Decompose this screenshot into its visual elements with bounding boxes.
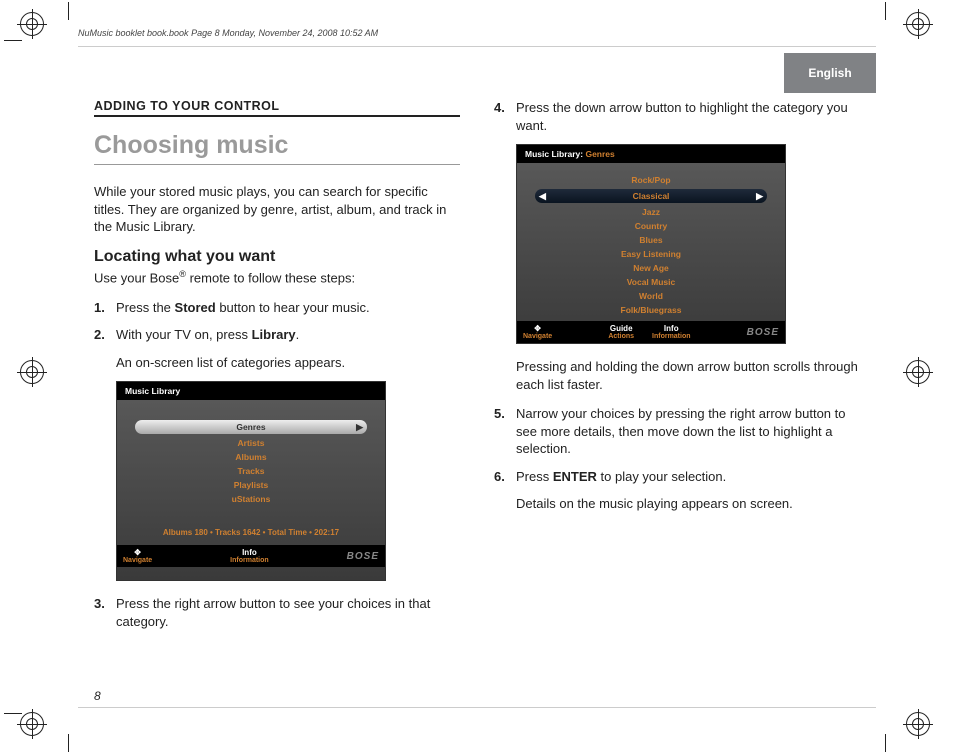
screenshot-genres: Music Library: Genres Rock/Pop ◀ Classic… bbox=[516, 144, 786, 344]
right-column: 4. Press the down arrow button to highli… bbox=[494, 99, 860, 687]
tv-row: Albums bbox=[135, 450, 367, 464]
step-3: 3. Press the right arrow button to see y… bbox=[94, 595, 460, 630]
footer-actions: Guide Actions bbox=[608, 325, 634, 340]
tv-row: uStations bbox=[135, 492, 367, 506]
header-file-info: NuMusic booklet book.book Page 8 Monday,… bbox=[78, 28, 378, 38]
crop-mark-top-left bbox=[20, 12, 50, 42]
intro-paragraph: While your stored music plays, you can s… bbox=[94, 183, 460, 236]
step-subtext: Details on the music playing appears on … bbox=[516, 495, 860, 513]
tv-row: Playlists bbox=[135, 478, 367, 492]
tv-row: Artists bbox=[135, 436, 367, 450]
brand-logo: BOSE bbox=[747, 327, 779, 338]
tv-row-selected: Genres ▶ bbox=[135, 420, 367, 434]
tv-row: Blues bbox=[535, 233, 767, 247]
crop-line bbox=[4, 713, 22, 714]
step-5: 5. Narrow your choices by pressing the r… bbox=[494, 405, 860, 458]
crop-line bbox=[68, 734, 69, 752]
step-text: Press the right arrow button to see your… bbox=[116, 595, 460, 630]
footer-navigate: ✥ Navigate bbox=[523, 325, 552, 340]
tv-row: Rock/Pop bbox=[535, 173, 767, 187]
tv-stats: Albums 180 • Tracks 1642 • Total Time • … bbox=[135, 524, 367, 541]
tv-row: Folk/Bluegrass bbox=[535, 303, 767, 317]
tv-row-selected: ◀ Classical ▶ bbox=[535, 189, 767, 203]
step-number: 5. bbox=[494, 405, 516, 458]
page-frame: English ADDING TO YOUR CONTROL Choosing … bbox=[78, 46, 876, 708]
left-column: ADDING TO YOUR CONTROL Choosing music Wh… bbox=[94, 99, 460, 687]
crop-mark-bot-left bbox=[20, 712, 50, 742]
step-text: With your TV on, press Library. An on-sc… bbox=[116, 326, 460, 371]
crop-line bbox=[68, 2, 69, 20]
subheading: Locating what you want bbox=[94, 248, 460, 266]
step-4: 4. Press the down arrow button to highli… bbox=[494, 99, 860, 134]
brand-logo: BOSE bbox=[347, 551, 379, 562]
info-icon: Info bbox=[664, 325, 679, 333]
step-text: Press the Stored button to hear your mus… bbox=[116, 299, 460, 317]
step-2: 2. With your TV on, press Library. An on… bbox=[94, 326, 460, 371]
footer-navigate: ✥ Navigate bbox=[123, 549, 152, 564]
sublead: Use your Bose® remote to follow these st… bbox=[94, 268, 460, 287]
left-arrow-icon: ◀ bbox=[539, 191, 546, 202]
tv-row: Vocal Music bbox=[535, 275, 767, 289]
step-number: 3. bbox=[94, 595, 116, 630]
page-title: Choosing music bbox=[94, 131, 460, 165]
tv-footer: ✥ Navigate Guide Actions Info Informatio… bbox=[517, 321, 785, 343]
info-icon: Info bbox=[242, 549, 257, 557]
step-number: 1. bbox=[94, 299, 116, 317]
tv-row: Country bbox=[535, 219, 767, 233]
page-number: 8 bbox=[94, 689, 101, 703]
tv-footer: ✥ Navigate Info Information BOSE bbox=[117, 545, 385, 567]
section-label: ADDING TO YOUR CONTROL bbox=[94, 99, 460, 117]
footer-information: Info Information bbox=[652, 325, 691, 340]
step-number: 2. bbox=[94, 326, 116, 371]
crop-mark-top-right bbox=[906, 12, 936, 42]
crop-mark-mid-right bbox=[906, 360, 936, 390]
tv-titlebar: Music Library bbox=[117, 382, 385, 400]
step-6: 6. Press ENTER to play your selection. D… bbox=[494, 468, 860, 513]
crop-line bbox=[885, 734, 886, 752]
tv-row: World bbox=[535, 289, 767, 303]
step-subtext: An on-screen list of categories appears. bbox=[116, 354, 460, 372]
language-tab: English bbox=[784, 53, 876, 93]
crop-mark-bot-right bbox=[906, 712, 936, 742]
tv-row: Tracks bbox=[135, 464, 367, 478]
right-arrow-icon: ▶ bbox=[756, 191, 763, 202]
right-arrow-icon: ▶ bbox=[356, 422, 363, 433]
tv-row: New Age bbox=[535, 261, 767, 275]
step-text: Press ENTER to play your selection. Deta… bbox=[516, 468, 860, 513]
sublead-suffix: remote to follow these steps: bbox=[186, 270, 355, 285]
step-text: Press the down arrow button to highlight… bbox=[516, 99, 860, 134]
guide-icon: Guide bbox=[610, 325, 633, 333]
tv-row: Easy Listening bbox=[535, 247, 767, 261]
tv-titlebar: Music Library: Genres bbox=[517, 145, 785, 163]
step-number: 4. bbox=[494, 99, 516, 134]
step-4-note: Pressing and holding the down arrow butt… bbox=[516, 358, 860, 393]
step-text: Narrow your choices by pressing the righ… bbox=[516, 405, 860, 458]
sublead-prefix: Use your Bose bbox=[94, 270, 179, 285]
screenshot-music-library: Music Library Genres ▶ Artists Albums Tr… bbox=[116, 381, 386, 581]
step-1: 1. Press the Stored button to hear your … bbox=[94, 299, 460, 317]
tv-row: Jazz bbox=[535, 205, 767, 219]
step-number: 6. bbox=[494, 468, 516, 513]
footer-information: Info Information bbox=[230, 549, 269, 564]
navigate-icon: ✥ bbox=[134, 549, 141, 557]
registered-mark: ® bbox=[179, 269, 186, 279]
crop-mark-mid-left bbox=[20, 360, 50, 390]
crop-line bbox=[885, 2, 886, 20]
navigate-icon: ✥ bbox=[534, 325, 541, 333]
crop-line bbox=[4, 40, 22, 41]
